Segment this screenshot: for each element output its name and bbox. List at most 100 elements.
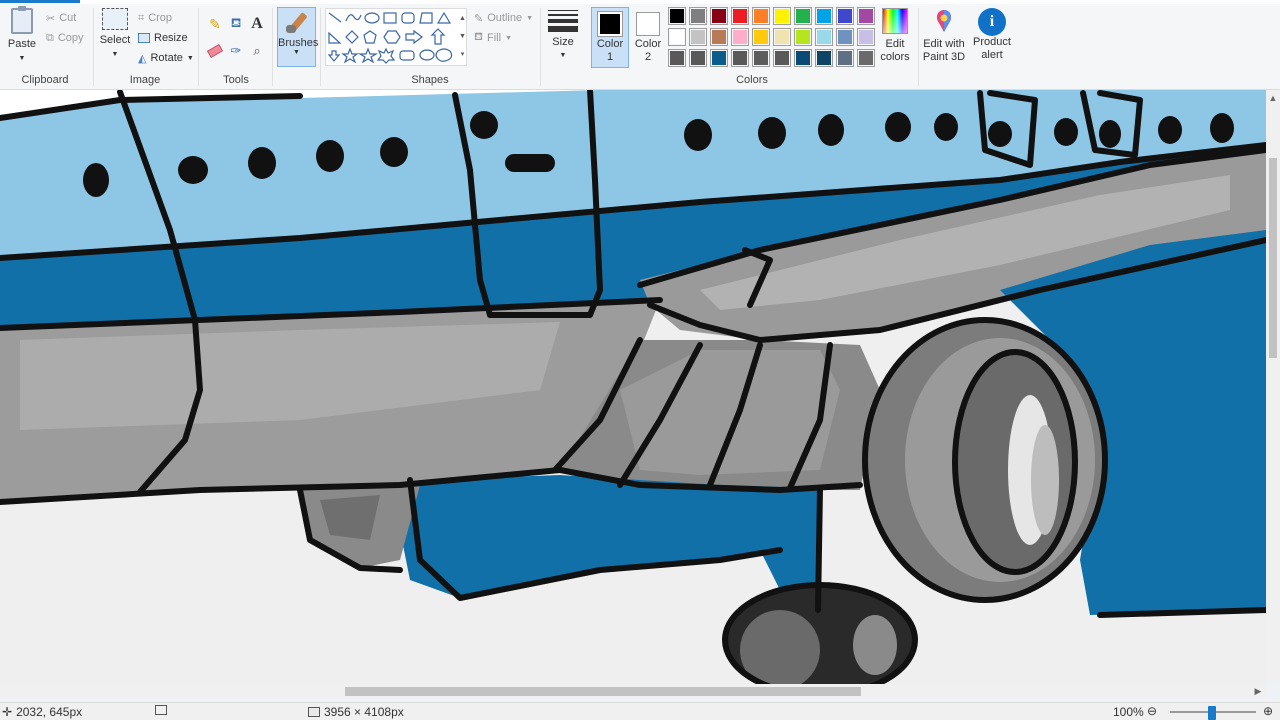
palette-color-swatch[interactable] bbox=[731, 28, 749, 46]
edit-colors-label-1: Edit bbox=[885, 38, 905, 50]
rotate-button[interactable]: ◭ Rotate ▼ bbox=[138, 50, 194, 66]
text-icon[interactable]: A bbox=[248, 15, 266, 33]
palette-color-swatch[interactable] bbox=[794, 49, 812, 67]
cut-button[interactable]: ✂ Cut bbox=[46, 10, 76, 26]
palette-color-swatch[interactable] bbox=[689, 49, 707, 67]
palette-color-swatch[interactable] bbox=[710, 49, 728, 67]
line-shape-icon bbox=[328, 12, 342, 23]
palette-color-fill bbox=[712, 9, 726, 23]
horizontal-scroll-thumb[interactable] bbox=[345, 687, 861, 696]
separator bbox=[272, 8, 273, 86]
palette-color-swatch[interactable] bbox=[752, 49, 770, 67]
palette-color-swatch[interactable] bbox=[836, 49, 854, 67]
palette-color-swatch[interactable] bbox=[710, 7, 728, 25]
palette-color-swatch[interactable] bbox=[836, 28, 854, 46]
palette-color-swatch[interactable] bbox=[815, 28, 833, 46]
size-label: Size bbox=[552, 36, 574, 48]
palette-color-swatch[interactable] bbox=[689, 7, 707, 25]
palette-color-swatch[interactable] bbox=[752, 28, 770, 46]
outline-button[interactable]: ✎ Outline ▼ bbox=[474, 10, 533, 26]
palette-color-swatch[interactable] bbox=[815, 49, 833, 67]
rotate-icon: ◭ bbox=[138, 52, 147, 65]
zoom-out-icon[interactable]: ⊖ bbox=[1147, 704, 1157, 718]
palette-color-fill bbox=[838, 30, 852, 44]
crop-button[interactable]: ⌗ Crop bbox=[138, 10, 172, 26]
scroll-up-icon[interactable]: ▲ bbox=[1267, 92, 1279, 104]
palette-color-swatch[interactable] bbox=[668, 28, 686, 46]
color2-fill bbox=[639, 15, 657, 33]
separator bbox=[540, 8, 541, 86]
palette-color-fill bbox=[817, 9, 831, 23]
magnifier-icon[interactable]: ⌕ bbox=[248, 42, 266, 60]
status-bar: ✛ 2032, 645px 3956 × 4108px 100% ⊖ ⊕ bbox=[0, 702, 1280, 720]
fill-label: Fill bbox=[487, 32, 502, 44]
image-size: 3956 × 4108px bbox=[308, 705, 404, 719]
vertical-scroll-thumb[interactable] bbox=[1269, 158, 1277, 358]
palette-color-swatch[interactable] bbox=[773, 28, 791, 46]
paste-button[interactable]: Paste ▼ bbox=[7, 6, 37, 65]
palette-color-fill bbox=[775, 9, 789, 23]
rounded-rectangle-shape-icon bbox=[401, 12, 415, 24]
shapes-scroll[interactable]: ▲ ▼ ▾ bbox=[458, 10, 467, 66]
copy-label: Copy bbox=[57, 32, 84, 44]
size-button[interactable]: Size ▼ bbox=[544, 8, 582, 62]
separator bbox=[320, 8, 321, 86]
color1-button[interactable]: Color 1 bbox=[591, 7, 629, 68]
brushes-button[interactable]: Brushes ▼ bbox=[277, 7, 318, 67]
file-tab-indicator[interactable] bbox=[0, 0, 80, 3]
crosshair-icon: ✛ bbox=[2, 705, 13, 719]
palette-color-swatch[interactable] bbox=[689, 28, 707, 46]
chevron-down-icon: ▼ bbox=[505, 34, 512, 42]
palette-color-swatch[interactable] bbox=[668, 7, 686, 25]
tools-group-label: Tools bbox=[223, 74, 249, 86]
palette-color-swatch[interactable] bbox=[731, 7, 749, 25]
palette-color-fill bbox=[859, 9, 873, 23]
palette-color-swatch[interactable] bbox=[731, 49, 749, 67]
color-picker-icon[interactable]: ✑ bbox=[227, 42, 245, 60]
palette-color-fill bbox=[691, 9, 705, 23]
color2-button[interactable]: Color 2 bbox=[631, 8, 665, 68]
pencil-icon[interactable]: ✎ bbox=[206, 15, 224, 33]
palette-color-swatch[interactable] bbox=[857, 49, 875, 67]
rotate-label: Rotate bbox=[150, 52, 183, 64]
palette-color-swatch[interactable] bbox=[794, 28, 812, 46]
zoom-slider-thumb[interactable] bbox=[1208, 706, 1216, 720]
palette-color-fill bbox=[754, 30, 768, 44]
selection-icon bbox=[155, 705, 167, 715]
palette-color-fill bbox=[838, 51, 852, 65]
copy-button[interactable]: ⧉ Copy bbox=[46, 30, 84, 46]
resize-label: Resize bbox=[154, 32, 188, 44]
fill-button[interactable]: ⛾ Fill ▼ bbox=[474, 30, 512, 46]
palette-color-swatch[interactable] bbox=[836, 7, 854, 25]
vertical-scrollbar[interactable]: ▲ bbox=[1266, 90, 1280, 684]
horizontal-scrollbar[interactable]: ▶ bbox=[0, 684, 1266, 698]
edit-with-paint3d-button[interactable]: Edit with Paint 3D bbox=[920, 8, 968, 64]
palette-color-swatch[interactable] bbox=[857, 7, 875, 25]
palette-color-swatch[interactable] bbox=[794, 7, 812, 25]
product-alert-button[interactable]: i Product alert bbox=[970, 8, 1014, 62]
zoom-in-icon[interactable]: ⊕ bbox=[1263, 704, 1273, 718]
palette-color-swatch[interactable] bbox=[710, 28, 728, 46]
colors-group-label: Colors bbox=[736, 74, 768, 86]
palette-color-swatch[interactable] bbox=[773, 7, 791, 25]
drawing-canvas[interactable] bbox=[0, 90, 1266, 684]
select-label: Select bbox=[99, 34, 131, 46]
triangle-shape-icon bbox=[436, 11, 452, 24]
edit-colors-button[interactable]: Edit colors bbox=[877, 8, 913, 64]
brush-icon bbox=[283, 11, 311, 37]
fill-bucket-icon[interactable]: ⛾ bbox=[227, 15, 245, 33]
palette-color-swatch[interactable] bbox=[752, 7, 770, 25]
resize-button[interactable]: Resize bbox=[138, 30, 188, 46]
select-button[interactable]: Select ▼ bbox=[98, 8, 132, 61]
zoom-level: 100% bbox=[1113, 705, 1144, 719]
six-point-star-icon bbox=[376, 47, 396, 64]
scroll-right-icon[interactable]: ▶ bbox=[1252, 685, 1264, 697]
chevron-down-icon: ▼ bbox=[111, 51, 119, 58]
shapes-gallery[interactable] bbox=[325, 8, 467, 66]
separator bbox=[918, 8, 919, 86]
palette-color-swatch[interactable] bbox=[815, 7, 833, 25]
palette-color-swatch[interactable] bbox=[857, 28, 875, 46]
eraser-icon[interactable] bbox=[206, 42, 224, 60]
palette-color-swatch[interactable] bbox=[668, 49, 686, 67]
palette-color-swatch[interactable] bbox=[773, 49, 791, 67]
